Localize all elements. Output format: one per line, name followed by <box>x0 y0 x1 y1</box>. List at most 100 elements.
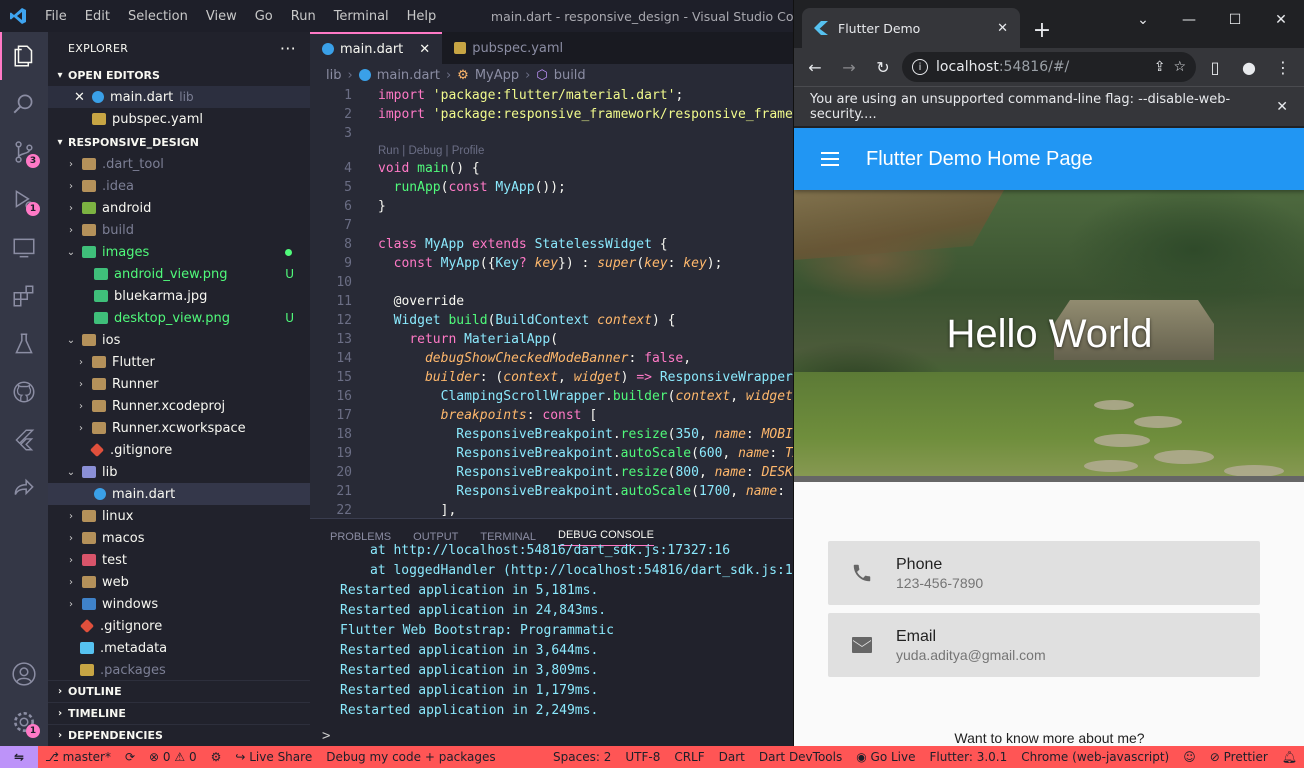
warning-infobar: You are using an unsupported command-lin… <box>794 86 1304 126</box>
chrome-menu-icon[interactable]: ⋮ <box>1268 52 1298 82</box>
tree-item-metadata[interactable]: .metadata <box>48 637 310 659</box>
minimize-icon[interactable]: — <box>1166 0 1212 40</box>
tree-item-build[interactable]: › build <box>48 219 310 241</box>
manage-gear-icon[interactable]: 1 <box>0 698 48 746</box>
extensions-icon[interactable] <box>0 272 48 320</box>
device-selector-button[interactable]: Chrome (web-javascript) <box>1014 750 1176 764</box>
tree-item-test[interactable]: › test <box>48 549 310 571</box>
tree-item-windows[interactable]: › windows <box>48 593 310 615</box>
notifications-bell-icon[interactable]: 🔔︎ <box>1275 750 1304 764</box>
new-tab-plus-icon[interactable]: + <box>1026 14 1058 46</box>
android-folder-icon <box>82 202 96 214</box>
explorer-icon[interactable] <box>0 32 48 80</box>
tab-pubspec-yaml[interactable]: pubspec.yaml <box>442 32 575 64</box>
more-actions-icon[interactable]: ··· <box>280 39 296 58</box>
git-branch[interactable]: ⎇ master* <box>38 750 118 764</box>
close-tab-icon[interactable]: ✕ <box>997 21 1008 36</box>
dart-devtools-button[interactable]: Dart DevTools <box>752 750 849 764</box>
tab-search-chevron-icon[interactable]: ⌄ <box>1120 0 1166 40</box>
status-bar: ⇋ ⎇ master* ⟳ ⊗ 0 ⚠ 0 ⚙ ↪ Live Share Deb… <box>0 746 1304 768</box>
breadcrumb-item[interactable]: MyApp <box>475 68 519 83</box>
live-share-button[interactable]: ↪ Live Share <box>228 750 319 764</box>
tree-item-gitignore[interactable]: .gitignore <box>48 615 310 637</box>
close-infobar-icon[interactable]: ✕ <box>1276 99 1288 115</box>
source-control-icon[interactable]: 3 <box>0 128 48 176</box>
remote-indicator-icon[interactable]: ⇋ <box>0 746 38 768</box>
account-icon[interactable] <box>0 650 48 698</box>
share-icon[interactable]: ⇪ <box>1154 59 1166 75</box>
tree-item-linux[interactable]: › linux <box>48 505 310 527</box>
sync-icon[interactable]: ⟳ <box>118 750 142 764</box>
eol-button[interactable]: CRLF <box>667 750 711 764</box>
close-window-icon[interactable]: ✕ <box>1258 0 1304 40</box>
timeline-section[interactable]: › TIMELINE <box>48 702 310 724</box>
run-icon[interactable]: ⚙ <box>204 750 229 764</box>
debug-mode-button[interactable]: Debug my code + packages <box>319 750 502 764</box>
breadcrumb-item[interactable]: lib <box>326 68 341 83</box>
tree-item-main-dart[interactable]: main.dart <box>48 483 310 505</box>
close-tab-icon[interactable]: ✕ <box>419 42 430 57</box>
prettier-check-icon: ⊘ <box>1209 750 1224 764</box>
breadcrumb-item[interactable]: main.dart <box>377 68 440 83</box>
tree-item-web[interactable]: › web <box>48 571 310 593</box>
console-line: Restarted application in 5,181ms. <box>340 583 599 598</box>
tree-item-android[interactable]: › android <box>48 197 310 219</box>
tree-item-packages[interactable]: .packages <box>48 659 310 681</box>
hamburger-menu-icon[interactable] <box>794 151 866 167</box>
back-arrow-icon[interactable]: ← <box>800 52 830 82</box>
bookmark-star-icon[interactable]: ☆ <box>1173 59 1186 75</box>
site-info-icon[interactable]: i <box>912 59 928 75</box>
search-icon[interactable] <box>0 80 48 128</box>
maximize-icon[interactable]: ☐ <box>1212 0 1258 40</box>
profile-avatar-icon[interactable]: ● <box>1234 52 1264 82</box>
prettier-button[interactable]: ⊘ Prettier <box>1203 750 1275 764</box>
tree-item-flutter[interactable]: › Flutter <box>48 351 310 373</box>
tree-item-runner-xcworkspace[interactable]: › Runner.xcworkspace <box>48 417 310 439</box>
language-mode-button[interactable]: Dart <box>712 750 752 764</box>
tree-item-images[interactable]: ⌄ images <box>48 241 310 263</box>
tree-item-runner[interactable]: › Runner <box>48 373 310 395</box>
codelens[interactable]: Run | Debug | Profile <box>310 143 793 159</box>
open-editor-main-dart[interactable]: ✕ main.dart lib <box>48 86 310 108</box>
tree-item-runner-xcodeproj[interactable]: › Runner.xcodeproj <box>48 395 310 417</box>
run-debug-icon[interactable]: 1 <box>0 176 48 224</box>
contact-card-phone[interactable]: Phone 123-456-7890 <box>828 541 1260 605</box>
flutter-icon[interactable] <box>0 416 48 464</box>
encoding-button[interactable]: UTF-8 <box>618 750 667 764</box>
project-section[interactable]: ▾ RESPONSIVE_DESIGN <box>48 131 310 153</box>
tree-item-idea[interactable]: › .idea <box>48 175 310 197</box>
tree-item-desktop-view[interactable]: desktop_view.png U <box>48 307 310 329</box>
browser-tab[interactable]: Flutter Demo ✕ <box>802 8 1020 48</box>
indentation-button[interactable]: Spaces: 2 <box>546 750 618 764</box>
console-input[interactable]: > <box>322 728 330 744</box>
testing-icon[interactable] <box>0 320 48 368</box>
tab-main-dart[interactable]: main.dart ✕ <box>310 32 443 64</box>
project-label: RESPONSIVE_DESIGN <box>68 135 199 149</box>
tree-item-android-view[interactable]: android_view.png U <box>48 263 310 285</box>
breadcrumb-item[interactable]: build <box>554 68 586 83</box>
flutter-version-button[interactable]: Flutter: 3.0.1 <box>923 750 1015 764</box>
reload-icon[interactable]: ↻ <box>868 52 898 82</box>
forward-arrow-icon[interactable]: → <box>834 52 864 82</box>
copilot-icon[interactable]: ☺ <box>1176 750 1203 764</box>
code-editor[interactable]: 1 import 'package:flutter/material.dart';… <box>310 86 793 518</box>
tree-item-lib[interactable]: ⌄ lib <box>48 461 310 483</box>
outline-section[interactable]: › OUTLINE <box>48 680 310 702</box>
live-share-icon[interactable] <box>0 464 48 512</box>
open-editor-pubspec[interactable]: pubspec.yaml <box>48 108 310 130</box>
tree-item-ios[interactable]: ⌄ ios <box>48 329 310 351</box>
problems-indicator[interactable]: ⊗ 0 ⚠ 0 <box>142 750 204 764</box>
address-bar[interactable]: i localhost:54816/#/ ⇪ ☆ <box>902 52 1196 82</box>
dependencies-section[interactable]: › DEPENDENCIES <box>48 724 310 746</box>
open-editors-section[interactable]: ▾ OPEN EDITORS <box>48 64 310 86</box>
close-icon[interactable]: ✕ <box>74 90 88 105</box>
github-icon[interactable] <box>0 368 48 416</box>
tree-item-dart-tool[interactable]: › .dart_tool <box>48 153 310 175</box>
contact-card-email[interactable]: Email yuda.aditya@gmail.com <box>828 613 1260 677</box>
tree-item-macos[interactable]: › macos <box>48 527 310 549</box>
tree-item-ios-gitignore[interactable]: .gitignore <box>48 439 310 461</box>
side-panel-icon[interactable]: ▯ <box>1200 52 1230 82</box>
remote-explorer-icon[interactable] <box>0 224 48 272</box>
go-live-button[interactable]: ◉ Go Live <box>849 750 922 764</box>
tree-item-bluekarma[interactable]: bluekarma.jpg <box>48 285 310 307</box>
